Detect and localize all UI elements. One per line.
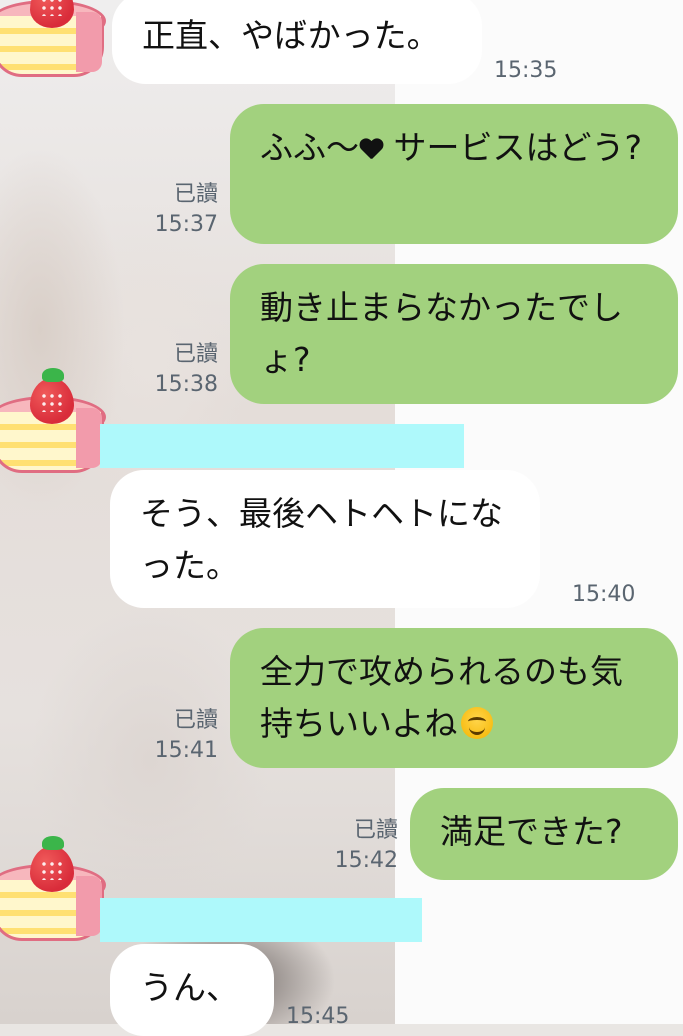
read-receipt: 已讀 — [353, 818, 398, 843]
message-meta: 已讀 15:42 — [320, 816, 398, 876]
message-bubble-incoming[interactable]: そう、最後ヘトヘトになった。 — [110, 470, 540, 608]
message-time: 15:45 — [286, 1004, 350, 1029]
message-text: 動き止まらなかったでしょ? — [260, 288, 623, 379]
message-time: 15:40 — [572, 582, 636, 607]
message-bubble-incoming[interactable]: 正直、やばかった。 — [112, 0, 482, 84]
message-text: 全力で攻められるのも気持ちいいよね — [260, 652, 623, 743]
message-time: 15:42 — [334, 848, 398, 873]
sender-avatar[interactable] — [0, 0, 115, 92]
message-text: うん、 — [140, 968, 239, 1007]
message-text: ふふ〜 — [260, 128, 359, 167]
heart-icon — [359, 139, 383, 161]
message-text: サービスはどう? — [383, 128, 643, 167]
strawberry-icon — [30, 836, 74, 892]
message-bubble-incoming[interactable]: うん、 — [110, 944, 274, 1036]
message-time: 15:35 — [494, 58, 558, 83]
message-time: 15:41 — [154, 738, 218, 763]
message-text: 満足できた? — [440, 812, 623, 851]
sender-name-redacted — [100, 898, 422, 942]
message-time: 15:37 — [154, 212, 218, 237]
read-receipt: 已讀 — [173, 708, 218, 733]
sender-avatar[interactable] — [0, 836, 115, 956]
message-bubble-outgoing[interactable]: ふふ〜 サービスはどう? — [230, 104, 678, 244]
sender-avatar[interactable] — [0, 368, 115, 488]
message-meta: 已讀 15:37 — [140, 180, 218, 240]
message-bubble-outgoing[interactable]: 全力で攻められるのも気持ちいいよね — [230, 628, 678, 768]
message-time: 15:38 — [154, 372, 218, 397]
read-receipt: 已讀 — [173, 182, 218, 207]
message-text: そう、最後ヘトヘトになった。 — [140, 494, 503, 585]
sender-name-redacted — [100, 424, 464, 468]
message-bubble-outgoing[interactable]: 動き止まらなかったでしょ? — [230, 264, 678, 404]
message-text: 正直、やばかった。 — [142, 16, 440, 55]
message-bubble-outgoing[interactable]: 満足できた? — [410, 788, 678, 880]
message-meta: 已讀 15:38 — [140, 340, 218, 400]
strawberry-icon — [30, 368, 74, 424]
smile-emoji-icon — [461, 707, 494, 739]
message-meta: 已讀 15:41 — [140, 706, 218, 766]
read-receipt: 已讀 — [173, 342, 218, 367]
